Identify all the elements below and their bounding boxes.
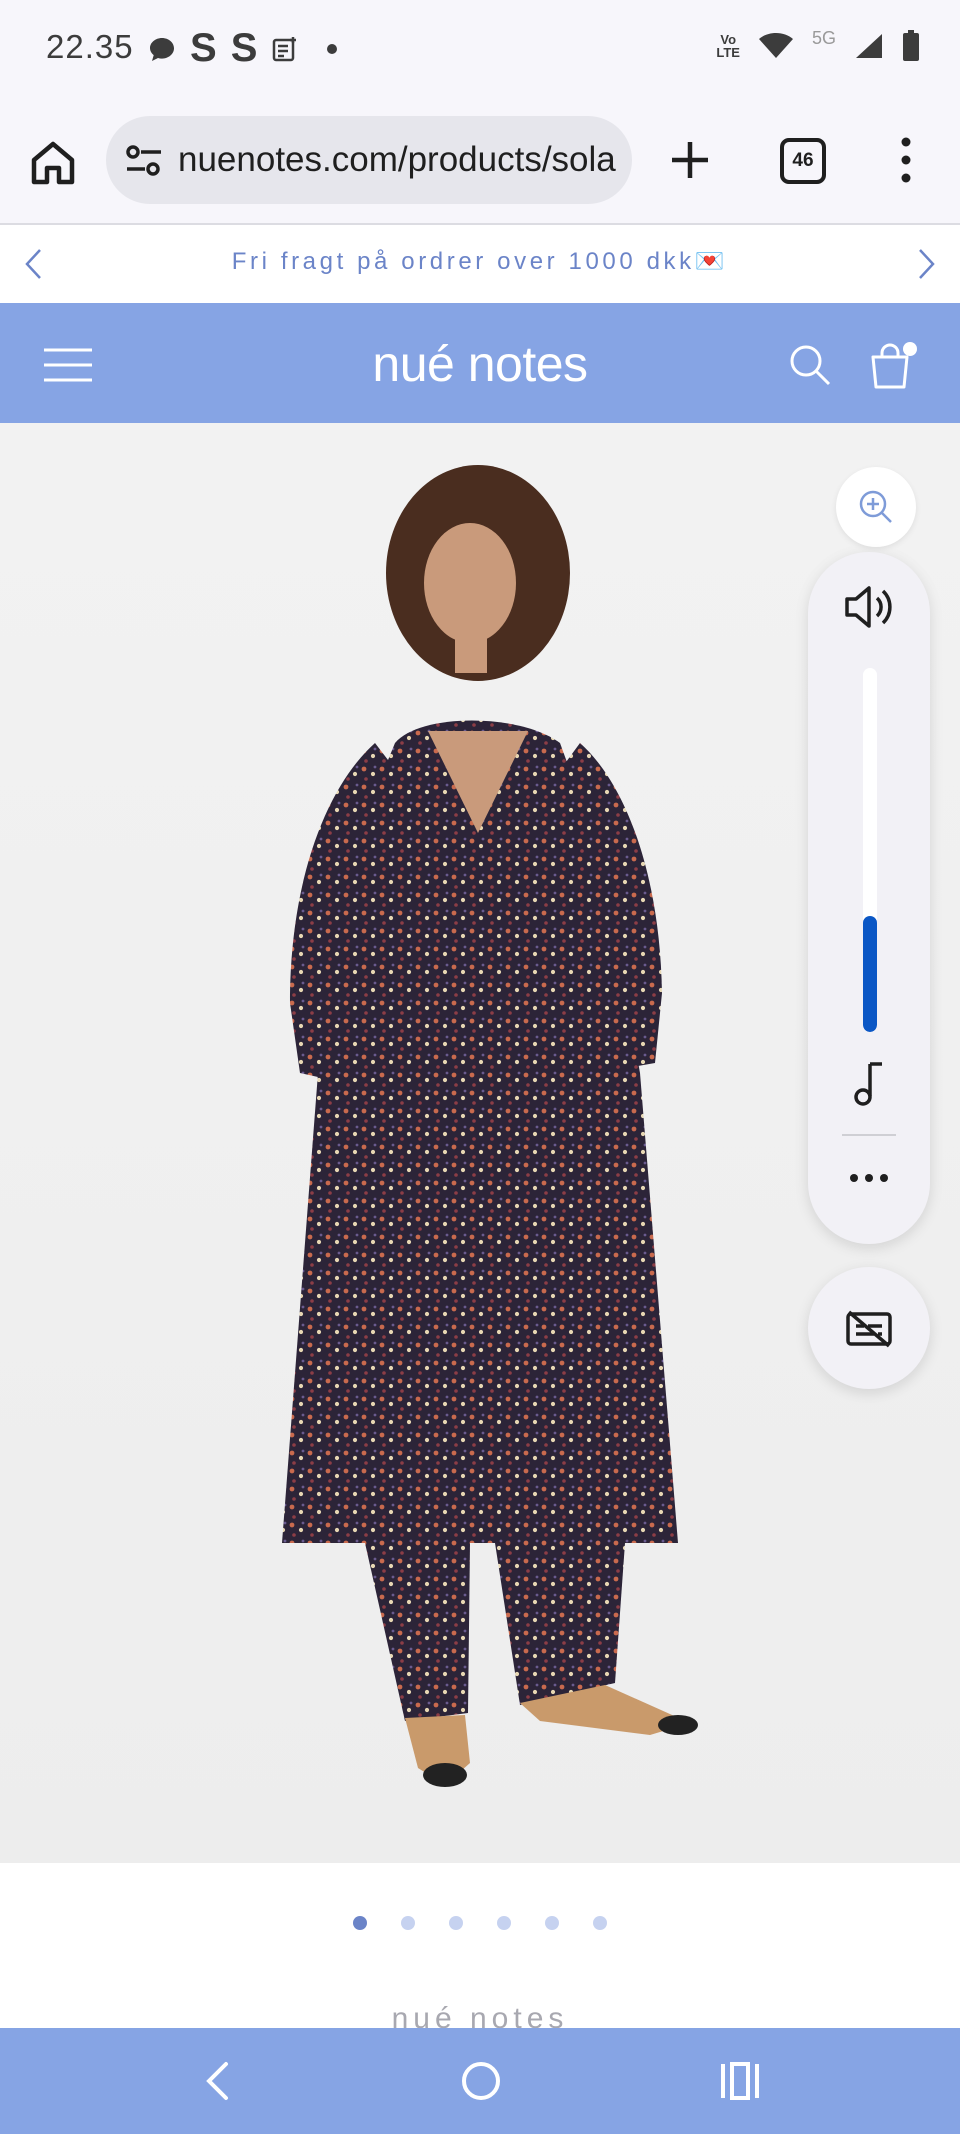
wifi-icon (758, 33, 793, 58)
cart-badge-dot (903, 342, 917, 356)
zoom-button[interactable] (836, 467, 916, 547)
network-type: 5G (811, 27, 836, 48)
pager-dot[interactable] (401, 1916, 415, 1930)
volume-level (863, 915, 877, 1032)
chevron-right-icon[interactable] (912, 247, 940, 281)
home-icon[interactable] (28, 138, 78, 188)
more-options-icon[interactable] (848, 1172, 890, 1184)
notification-icons: S S (148, 26, 338, 71)
nav-recents-icon[interactable] (718, 2060, 762, 2102)
music-note-icon[interactable] (850, 1060, 888, 1108)
tab-switcher-button[interactable]: 46 (780, 138, 826, 184)
live-caption-button[interactable] (808, 1267, 930, 1389)
speaker-icon[interactable] (844, 584, 896, 630)
status-time: 22.35 (46, 28, 134, 65)
nav-back-icon[interactable] (200, 2060, 234, 2102)
announcement-text: Fri fragt på ordrer over 1000 dkk💌 (231, 248, 729, 275)
site-settings-icon[interactable] (124, 144, 164, 178)
pager-dot[interactable] (593, 1916, 607, 1930)
cart-icon[interactable] (868, 339, 918, 391)
system-status-icons: Vo LTE 5G (716, 27, 920, 62)
s-app-icon: S (190, 26, 217, 70)
system-nav-bar (0, 2028, 960, 2134)
zoom-in-icon (859, 490, 892, 523)
overflow-menu-icon[interactable] (896, 136, 916, 184)
chat-bubble-icon (150, 37, 174, 61)
captions-off-icon (846, 1310, 892, 1348)
nav-home-icon[interactable] (460, 2060, 502, 2102)
status-bar: 22.35 S S Vo LTE 5G (0, 0, 960, 100)
volume-slider[interactable] (863, 668, 877, 1032)
volume-panel (808, 552, 930, 1244)
battery-icon (903, 30, 919, 61)
volte-indicator: Vo LTE (716, 32, 740, 60)
site-header: nué notes (0, 303, 960, 423)
new-tab-icon[interactable] (668, 138, 712, 182)
browser-toolbar: nuenotes.com/products/solaris-dress 46 (0, 100, 960, 225)
announcement-bar: Fri fragt på ordrer over 1000 dkk💌 (0, 225, 960, 303)
image-pager (0, 1908, 960, 1938)
pager-dot[interactable] (449, 1916, 463, 1930)
address-bar[interactable]: nuenotes.com/products/solaris-dress (106, 116, 632, 204)
url-text[interactable]: nuenotes.com/products/solaris-dress (178, 140, 618, 180)
news-icon (273, 36, 297, 61)
signal-icon (856, 34, 882, 58)
pager-dot[interactable] (353, 1916, 367, 1930)
more-notifications-dot (327, 43, 338, 54)
volume-divider (842, 1134, 896, 1136)
search-icon[interactable] (788, 343, 832, 387)
s-app-icon: S (230, 26, 258, 70)
pager-dot[interactable] (497, 1916, 511, 1930)
pager-dot[interactable] (545, 1916, 559, 1930)
